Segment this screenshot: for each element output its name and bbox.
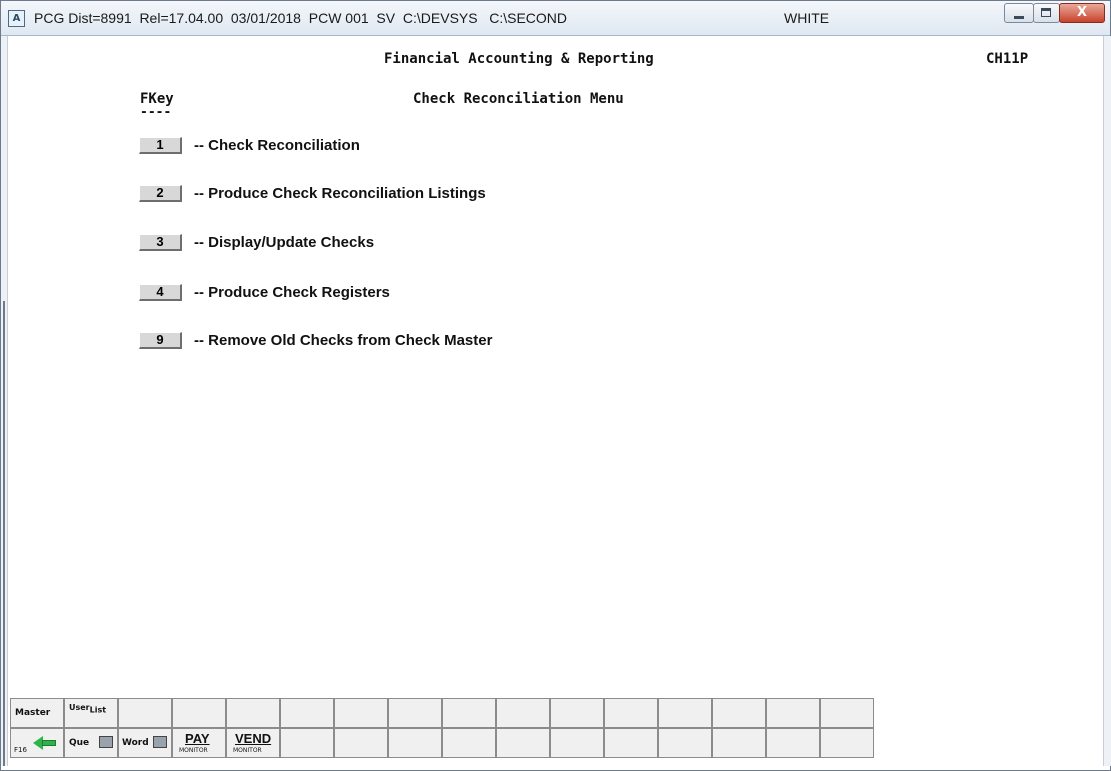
maximize-button[interactable] [1033,3,1060,23]
app-icon[interactable]: A [8,10,25,27]
right-border [1103,36,1111,766]
pay-monitor-label: MONITOR [179,747,208,754]
toolbar-empty-button[interactable] [388,728,442,758]
toolbar-empty-button[interactable] [820,698,874,728]
toolbar-empty-button[interactable] [442,728,496,758]
f16-label: F16 [14,746,27,754]
application-window: A PCG Dist=8991 Rel=17.04.00 03/01/2018 … [0,0,1111,771]
menu-item-label: -- Produce Check Reconciliation Listings [194,185,486,202]
terminal-screen: Financial Accounting & Reporting CH11P F… [9,36,1102,763]
fkey-9-button[interactable]: 9 [139,332,182,349]
toolbar-empty-button[interactable] [334,698,388,728]
function-toolbar: Master UserList F16 Que Word PAY MONITOR… [10,698,900,760]
toolbar-empty-button[interactable] [280,698,334,728]
word-print-button[interactable]: Word [118,728,172,758]
user-list-label-top: User [69,703,90,712]
que-label: Que [69,738,90,748]
toolbar-empty-button[interactable] [820,728,874,758]
user-list-label: UserList [69,703,106,715]
menu-item-label: -- Remove Old Checks from Check Master [194,332,493,349]
toolbar-empty-button[interactable] [496,698,550,728]
screen-code: CH11P [986,51,1029,67]
back-arrow-icon-bar [42,740,56,746]
toolbar-empty-button[interactable] [442,698,496,728]
toolbar-empty-button[interactable] [226,698,280,728]
minimize-button[interactable] [1004,3,1034,23]
pay-monitor-button[interactable]: PAY MONITOR [172,728,226,758]
master-label: Master [15,708,51,718]
que-print-button[interactable]: Que [64,728,118,758]
menu-item-label: -- Display/Update Checks [194,234,375,251]
toolbar-empty-button[interactable] [388,698,442,728]
toolbar-empty-button[interactable] [712,698,766,728]
title-bar: A PCG Dist=8991 Rel=17.04.00 03/01/2018 … [1,1,1110,36]
fkey-1-button[interactable]: 1 [139,137,182,154]
toolbar-empty-button[interactable] [658,728,712,758]
toolbar-empty-button[interactable] [172,698,226,728]
vend-monitor-label: MONITOR [233,747,262,754]
fkey-2-button[interactable]: 2 [139,185,182,202]
word-label: Word [122,738,149,748]
user-list-button[interactable]: UserList [64,698,118,728]
menu-title: Check Reconciliation Menu [413,91,624,107]
window-user: WHITE [784,10,830,26]
user-list-label-sub: List [89,705,107,715]
toolbar-empty-button[interactable] [334,728,388,758]
vend-label: VEND [235,731,272,746]
left-border-mark [3,301,5,766]
master-button[interactable]: Master [10,698,64,728]
toolbar-empty-button[interactable] [118,698,172,728]
back-f16-button[interactable]: F16 [10,728,64,758]
pay-label: PAY [185,731,210,746]
print-icon [153,736,167,748]
menu-item-label: -- Produce Check Registers [194,284,390,301]
toolbar-empty-button[interactable] [550,728,604,758]
system-title: Financial Accounting & Reporting [384,51,654,67]
menu-item-label: -- Check Reconciliation [194,137,360,154]
fkey-underline: ---- [140,105,172,120]
fkey-4-button[interactable]: 4 [139,284,182,301]
vend-monitor-button[interactable]: VEND MONITOR [226,728,280,758]
close-button[interactable]: X [1059,3,1105,23]
toolbar-empty-button[interactable] [604,698,658,728]
minimize-icon [1014,16,1024,19]
fkey-3-button[interactable]: 3 [139,234,182,251]
toolbar-empty-button[interactable] [496,728,550,758]
window-title: PCG Dist=8991 Rel=17.04.00 03/01/2018 PC… [34,10,568,26]
toolbar-empty-button[interactable] [766,728,820,758]
toolbar-empty-button[interactable] [550,698,604,728]
toolbar-empty-button[interactable] [280,728,334,758]
toolbar-empty-button[interactable] [712,728,766,758]
print-icon [99,736,113,748]
left-border [1,36,8,766]
toolbar-empty-button[interactable] [766,698,820,728]
toolbar-empty-button[interactable] [658,698,712,728]
toolbar-empty-button[interactable] [604,728,658,758]
maximize-icon [1041,8,1051,17]
close-icon: X [1076,5,1088,20]
